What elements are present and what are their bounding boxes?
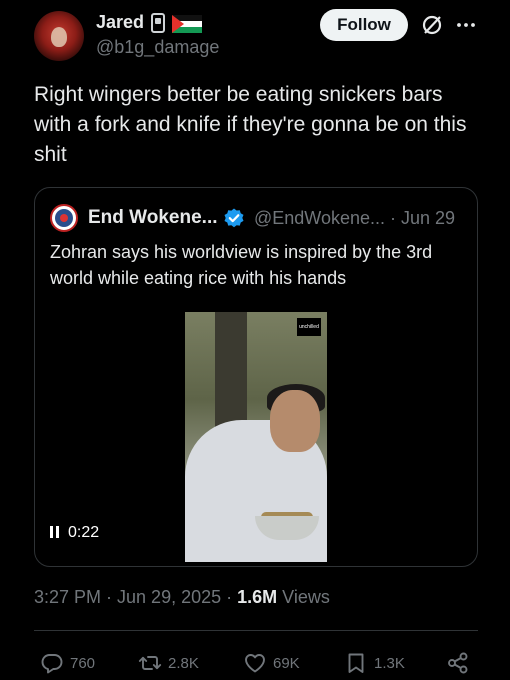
- tweet-meta: 3:27 PM · Jun 29, 2025 · 1.6M Views: [34, 587, 330, 608]
- views-count: 1.6M: [237, 587, 278, 607]
- tweet-timestamp[interactable]: 3:27 PM · Jun 29, 2025 ·: [34, 587, 237, 607]
- quote-text: Zohran says his worldview is inspired by…: [50, 242, 433, 288]
- action-bar: 760 2.8K 69K 1.3K: [0, 645, 510, 680]
- video-watermark: unchilled: [297, 318, 321, 336]
- tweet-text: Right wingers better be eating snickers …: [34, 83, 467, 166]
- reply-icon: [41, 654, 63, 674]
- views-label: Views: [282, 587, 330, 607]
- like-button[interactable]: 69K: [243, 651, 300, 675]
- quote-avatar[interactable]: [50, 204, 78, 232]
- heart-icon: [245, 654, 265, 673]
- palestine-flag-icon: [172, 15, 202, 33]
- grok-icon[interactable]: [420, 13, 444, 37]
- phone-icon: [151, 13, 165, 33]
- verified-icon: [224, 208, 244, 228]
- follow-button[interactable]: Follow: [320, 9, 408, 41]
- bookmark-count: 1.3K: [374, 654, 405, 672]
- share-button[interactable]: [446, 651, 476, 675]
- avatar[interactable]: [34, 11, 84, 61]
- author-name[interactable]: Jared: [96, 12, 144, 33]
- bookmark-button[interactable]: 1.3K: [344, 651, 405, 675]
- more-icon[interactable]: [455, 13, 477, 37]
- share-icon: [448, 652, 468, 674]
- like-count: 69K: [273, 654, 300, 672]
- video-controls[interactable]: 0:22: [50, 524, 99, 542]
- video-player[interactable]: unchilled: [185, 312, 327, 562]
- video-duration: 0:22: [68, 524, 100, 541]
- repost-button[interactable]: 2.8K: [138, 651, 199, 675]
- reply-button[interactable]: 760: [40, 651, 95, 675]
- divider: [34, 630, 478, 631]
- tweet-header: Jared @b1g_damage Follow: [0, 0, 510, 72]
- bookmark-icon: [348, 653, 364, 673]
- author-handle[interactable]: @b1g_damage: [96, 37, 219, 58]
- quote-handle-date: @EndWokene... · Jun 29: [254, 208, 456, 228]
- quote-author-name[interactable]: End Wokene...: [88, 207, 218, 229]
- pause-icon[interactable]: [50, 526, 60, 538]
- reply-count: 760: [70, 654, 96, 672]
- repost-count: 2.8K: [168, 654, 199, 672]
- retweet-icon: [138, 656, 162, 670]
- quote-tweet-card[interactable]: End Wokene... @EndWokene... · Jun 29 Zoh…: [34, 187, 478, 567]
